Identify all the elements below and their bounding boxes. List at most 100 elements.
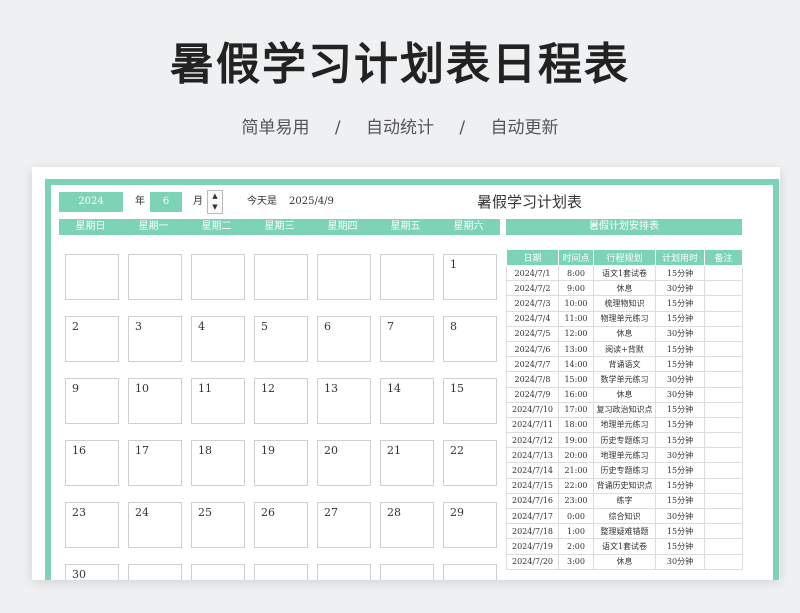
calendar-day-cell[interactable] [128, 564, 182, 580]
schedule-date[interactable]: 2024/7/8 [506, 371, 559, 388]
schedule-note[interactable] [704, 295, 743, 312]
schedule-time[interactable]: 13:00 [558, 340, 594, 358]
calendar-day-cell[interactable]: 12 [254, 378, 308, 424]
schedule-note[interactable] [704, 507, 743, 525]
schedule-plan[interactable]: 整理疑难错题 [593, 523, 656, 540]
schedule-duration[interactable]: 15分钟 [655, 477, 705, 494]
schedule-note[interactable] [704, 386, 743, 403]
schedule-duration[interactable]: 30分钟 [655, 386, 705, 403]
schedule-time[interactable]: 3:00 [558, 553, 594, 570]
calendar-day-cell[interactable] [128, 254, 182, 300]
schedule-time[interactable]: 9:00 [558, 280, 594, 297]
schedule-date[interactable]: 2024/7/20 [506, 553, 559, 570]
schedule-note[interactable] [704, 416, 743, 434]
spinner-down-icon[interactable]: ▼ [208, 202, 222, 213]
calendar-day-cell[interactable]: 19 [254, 440, 308, 486]
schedule-date[interactable]: 2024/7/16 [506, 492, 559, 510]
schedule-note[interactable] [704, 477, 743, 494]
schedule-date[interactable]: 2024/7/5 [506, 325, 559, 342]
schedule-note[interactable] [704, 462, 743, 479]
schedule-note[interactable] [704, 371, 743, 388]
schedule-note[interactable] [704, 401, 743, 418]
schedule-time[interactable]: 18:00 [558, 416, 594, 434]
schedule-duration[interactable]: 15分钟 [655, 295, 705, 312]
schedule-note[interactable] [704, 553, 743, 570]
schedule-plan[interactable]: 语文1套试卷 [593, 264, 656, 282]
calendar-day-cell[interactable]: 16 [65, 440, 119, 486]
schedule-time[interactable]: 17:00 [558, 401, 594, 418]
calendar-day-cell[interactable]: 8 [443, 316, 497, 362]
schedule-date[interactable]: 2024/7/11 [506, 416, 559, 434]
schedule-note[interactable] [704, 523, 743, 540]
calendar-day-cell[interactable]: 22 [443, 440, 497, 486]
schedule-duration[interactable]: 15分钟 [655, 401, 705, 418]
calendar-day-cell[interactable]: 21 [380, 440, 434, 486]
schedule-time[interactable]: 8:00 [558, 264, 594, 282]
schedule-note[interactable] [704, 280, 743, 297]
calendar-day-cell[interactable] [317, 254, 371, 300]
calendar-day-cell[interactable]: 2 [65, 316, 119, 362]
schedule-plan[interactable]: 复习政治知识点 [593, 401, 656, 418]
month-input[interactable]: 6 [150, 192, 182, 212]
schedule-plan[interactable]: 物理单元练习 [593, 310, 656, 327]
schedule-duration[interactable]: 30分钟 [655, 371, 705, 388]
schedule-plan[interactable]: 语文1套试卷 [593, 538, 656, 555]
calendar-day-cell[interactable] [317, 564, 371, 580]
schedule-time[interactable]: 0:00 [558, 507, 594, 525]
schedule-plan[interactable]: 历史专题练习 [593, 462, 656, 479]
schedule-time[interactable]: 15:00 [558, 371, 594, 388]
schedule-duration[interactable]: 15分钟 [655, 264, 705, 282]
schedule-plan[interactable]: 地理单元练习 [593, 447, 656, 464]
schedule-duration[interactable]: 30分钟 [655, 553, 705, 570]
calendar-day-cell[interactable]: 29 [443, 502, 497, 548]
schedule-duration[interactable]: 15分钟 [655, 432, 705, 449]
schedule-duration[interactable]: 15分钟 [655, 492, 705, 510]
schedule-note[interactable] [704, 432, 743, 449]
calendar-day-cell[interactable]: 1 [443, 254, 497, 300]
schedule-date[interactable]: 2024/7/13 [506, 447, 559, 464]
schedule-duration[interactable]: 30分钟 [655, 280, 705, 297]
calendar-day-cell[interactable]: 27 [317, 502, 371, 548]
schedule-note[interactable] [704, 492, 743, 510]
calendar-day-cell[interactable]: 9 [65, 378, 119, 424]
schedule-time[interactable]: 16:00 [558, 386, 594, 403]
calendar-day-cell[interactable]: 24 [128, 502, 182, 548]
schedule-duration[interactable]: 15分钟 [655, 340, 705, 358]
calendar-day-cell[interactable] [65, 254, 119, 300]
schedule-date[interactable]: 2024/7/3 [506, 295, 559, 312]
schedule-plan[interactable]: 数学单元练习 [593, 371, 656, 388]
schedule-plan[interactable]: 练字 [593, 492, 656, 510]
calendar-day-cell[interactable]: 15 [443, 378, 497, 424]
calendar-day-cell[interactable]: 25 [191, 502, 245, 548]
calendar-day-cell[interactable]: 7 [380, 316, 434, 362]
calendar-day-cell[interactable]: 17 [128, 440, 182, 486]
month-spinner[interactable]: ▲ ▼ [207, 190, 223, 214]
calendar-day-cell[interactable] [380, 564, 434, 580]
calendar-day-cell[interactable]: 18 [191, 440, 245, 486]
schedule-time[interactable]: 20:00 [558, 447, 594, 464]
schedule-plan[interactable]: 历史专题练习 [593, 432, 656, 449]
schedule-time[interactable]: 19:00 [558, 432, 594, 449]
schedule-plan[interactable]: 综合知识 [593, 507, 656, 525]
calendar-day-cell[interactable]: 5 [254, 316, 308, 362]
schedule-duration[interactable]: 15分钟 [655, 462, 705, 479]
schedule-duration[interactable]: 30分钟 [655, 447, 705, 464]
schedule-plan[interactable]: 地理单元练习 [593, 416, 656, 434]
schedule-date[interactable]: 2024/7/12 [506, 432, 559, 449]
schedule-note[interactable] [704, 264, 743, 282]
schedule-duration[interactable]: 15分钟 [655, 538, 705, 555]
schedule-time[interactable]: 14:00 [558, 356, 594, 373]
schedule-date[interactable]: 2024/7/1 [506, 264, 559, 282]
calendar-day-cell[interactable]: 3 [128, 316, 182, 362]
schedule-date[interactable]: 2024/7/10 [506, 401, 559, 418]
schedule-date[interactable]: 2024/7/17 [506, 507, 559, 525]
schedule-time[interactable]: 1:00 [558, 523, 594, 540]
calendar-day-cell[interactable]: 10 [128, 378, 182, 424]
calendar-day-cell[interactable] [443, 564, 497, 580]
schedule-plan[interactable]: 阅读+背默 [593, 340, 656, 358]
schedule-plan[interactable]: 休息 [593, 325, 656, 342]
calendar-day-cell[interactable] [191, 254, 245, 300]
schedule-duration[interactable]: 15分钟 [655, 310, 705, 327]
calendar-day-cell[interactable]: 23 [65, 502, 119, 548]
schedule-time[interactable]: 21:00 [558, 462, 594, 479]
